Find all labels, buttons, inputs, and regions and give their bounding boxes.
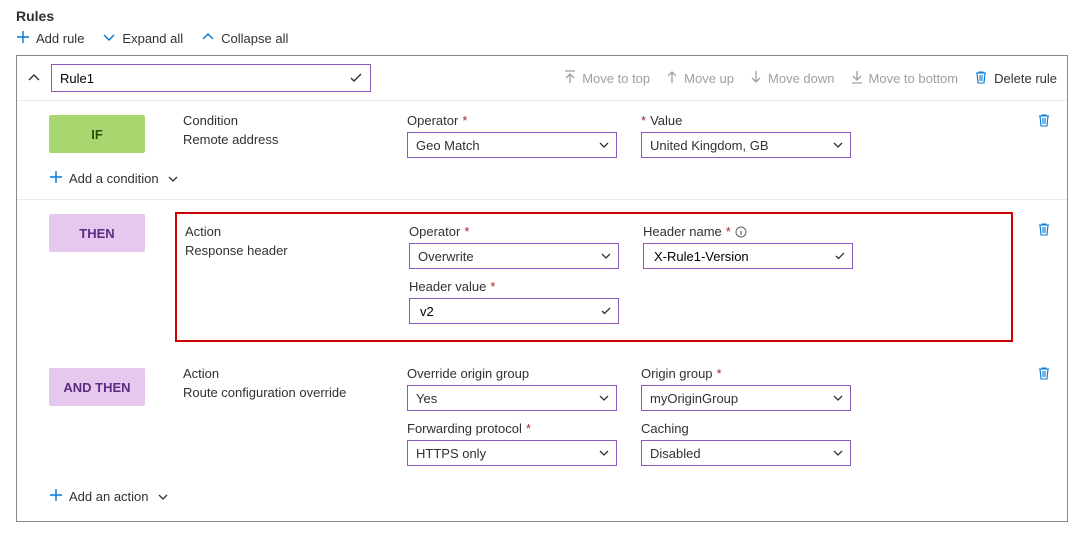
move-up-button[interactable]: Move up	[666, 70, 734, 87]
move-to-top-button[interactable]: Move to top	[564, 70, 650, 87]
collapse-all-button[interactable]: Collapse all	[201, 30, 288, 47]
add-action-button[interactable]: Add an action	[49, 488, 169, 505]
chevron-down-icon	[167, 173, 179, 185]
delete-condition-button[interactable]	[1037, 113, 1051, 127]
forwarding-label: Forwarding protocol	[407, 421, 522, 436]
andthen-badge: AND THEN	[49, 368, 145, 406]
then-operator-select[interactable]: Overwrite	[409, 243, 619, 269]
action-value: Response header	[185, 243, 385, 258]
plus-icon	[49, 488, 63, 505]
rules-container: Move to top Move up Move down Move to bo…	[16, 55, 1068, 522]
add-condition-button[interactable]: Add a condition	[49, 170, 179, 187]
chevron-down-icon	[832, 447, 844, 459]
arrow-top-icon	[564, 70, 576, 87]
chevron-up-icon	[201, 30, 215, 47]
arrow-up-icon	[666, 70, 678, 87]
andthen-section: AND THEN Action Route configuration over…	[17, 354, 1067, 478]
override-select[interactable]: Yes	[407, 385, 617, 411]
if-section: IF Condition Remote address Operator * G…	[17, 101, 1067, 200]
rule-header: Move to top Move up Move down Move to bo…	[17, 56, 1067, 101]
chevron-down-icon	[598, 392, 610, 404]
chevron-down-icon	[832, 392, 844, 404]
chevron-down-icon	[832, 139, 844, 151]
chevron-down-icon	[598, 139, 610, 151]
plus-icon	[16, 30, 30, 47]
arrow-bottom-icon	[851, 70, 863, 87]
action-label: Action	[185, 224, 385, 239]
header-name-input[interactable]	[643, 243, 853, 269]
chevron-down-icon	[102, 30, 116, 47]
header-value-label: Header value	[409, 279, 486, 294]
then-badge: THEN	[49, 214, 145, 252]
rules-toolbar: Add rule Expand all Collapse all	[16, 30, 1068, 47]
condition-value: Remote address	[183, 132, 383, 147]
then-highlight: Action Response header Operator * Overwr…	[175, 212, 1013, 342]
expand-all-button[interactable]: Expand all	[102, 30, 183, 47]
caching-select[interactable]: Disabled	[641, 440, 851, 466]
delete-rule-button[interactable]: Delete rule	[974, 70, 1057, 87]
check-icon	[834, 250, 846, 262]
arrow-down-icon	[750, 70, 762, 87]
origin-group-select[interactable]: myOriginGroup	[641, 385, 851, 411]
then-section: THEN Action Response header Operator * O…	[17, 200, 1067, 354]
forwarding-select[interactable]: HTTPS only	[407, 440, 617, 466]
move-to-bottom-button[interactable]: Move to bottom	[851, 70, 959, 87]
andthen-action-label: Action	[183, 366, 383, 381]
header-value-input[interactable]	[409, 298, 619, 324]
chevron-down-icon	[157, 491, 169, 503]
plus-icon	[49, 170, 63, 187]
collapse-rule-button[interactable]	[27, 71, 41, 85]
override-label: Override origin group	[407, 366, 529, 381]
chevron-down-icon	[598, 447, 610, 459]
delete-then-action-button[interactable]	[1037, 222, 1051, 236]
rule-name-input[interactable]	[51, 64, 371, 92]
header-name-label: Header name	[643, 224, 722, 239]
operator-label: Operator	[407, 113, 458, 128]
if-badge: IF	[49, 115, 145, 153]
operator-select[interactable]: Geo Match	[407, 132, 617, 158]
check-icon	[600, 305, 612, 317]
chevron-down-icon	[600, 250, 612, 262]
section-title: Rules	[16, 8, 1068, 24]
caching-label: Caching	[641, 421, 689, 436]
andthen-action-value: Route configuration override	[183, 385, 383, 400]
value-label: Value	[650, 113, 682, 128]
check-icon	[349, 71, 363, 85]
move-down-button[interactable]: Move down	[750, 70, 834, 87]
add-rule-button[interactable]: Add rule	[16, 30, 84, 47]
value-select[interactable]: United Kingdom, GB	[641, 132, 851, 158]
info-icon[interactable]	[735, 226, 747, 238]
delete-andthen-action-button[interactable]	[1037, 366, 1051, 380]
origin-group-label: Origin group	[641, 366, 713, 381]
condition-label: Condition	[183, 113, 383, 128]
trash-icon	[974, 70, 988, 87]
then-operator-label: Operator	[409, 224, 460, 239]
